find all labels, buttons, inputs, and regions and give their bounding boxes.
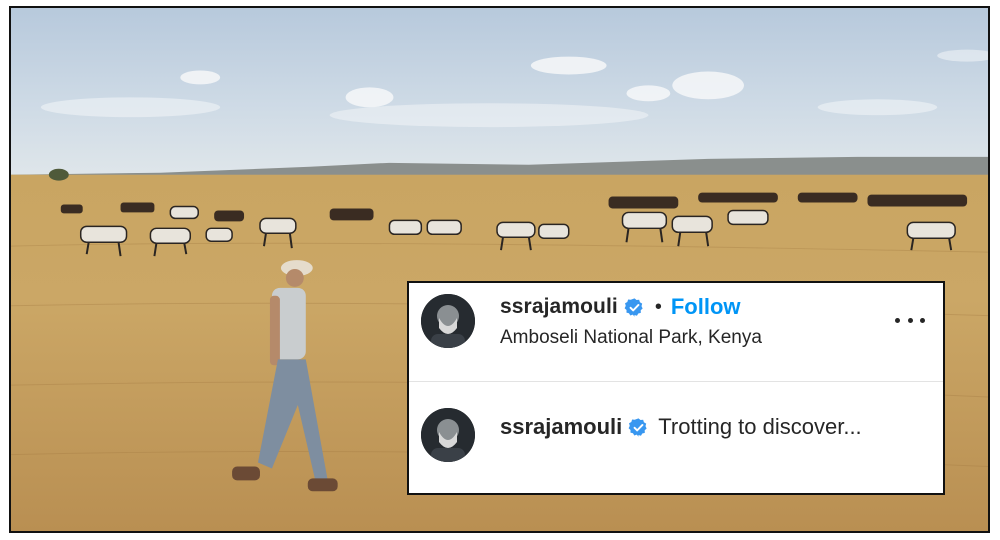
username-link[interactable]: ssrajamouli xyxy=(500,295,618,319)
caption-username-link[interactable]: ssrajamouli xyxy=(500,414,622,440)
post-header: ssrajamouli • Follow Amboseli National P… xyxy=(409,283,943,381)
caption-text: Trotting to discover... xyxy=(658,414,862,439)
instagram-post-card: ssrajamouli • Follow Amboseli National P… xyxy=(407,281,945,495)
divider xyxy=(409,381,943,382)
separator-dot: • xyxy=(654,296,662,318)
verified-badge-icon xyxy=(628,417,649,438)
follow-button[interactable]: Follow xyxy=(671,294,741,320)
caption-avatar[interactable] xyxy=(421,408,475,462)
post-header-text: ssrajamouli • Follow Amboseli National P… xyxy=(500,293,762,349)
caption-row: ssrajamouli Trotting to discover... xyxy=(500,412,862,442)
username-row: ssrajamouli • Follow xyxy=(500,293,762,321)
profile-avatar[interactable] xyxy=(421,294,475,348)
more-options-icon[interactable] xyxy=(895,305,925,335)
verified-badge-icon xyxy=(624,297,645,318)
location-link[interactable]: Amboseli National Park, Kenya xyxy=(500,327,762,349)
